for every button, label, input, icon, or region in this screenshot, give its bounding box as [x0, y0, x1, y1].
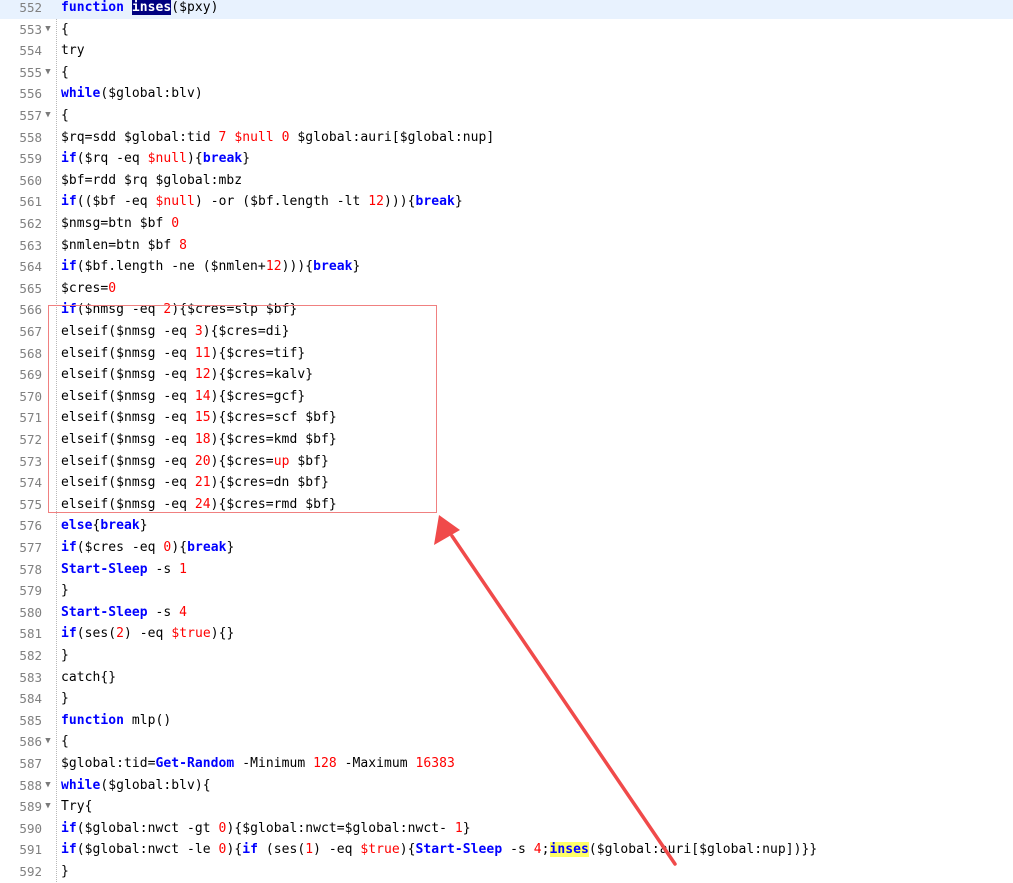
- arrow-annotation: [434, 515, 677, 866]
- code-editor[interactable]: 552 function inses($pxy) 553 ▼{554 try 555 ▼{5…: [0, 0, 1013, 882]
